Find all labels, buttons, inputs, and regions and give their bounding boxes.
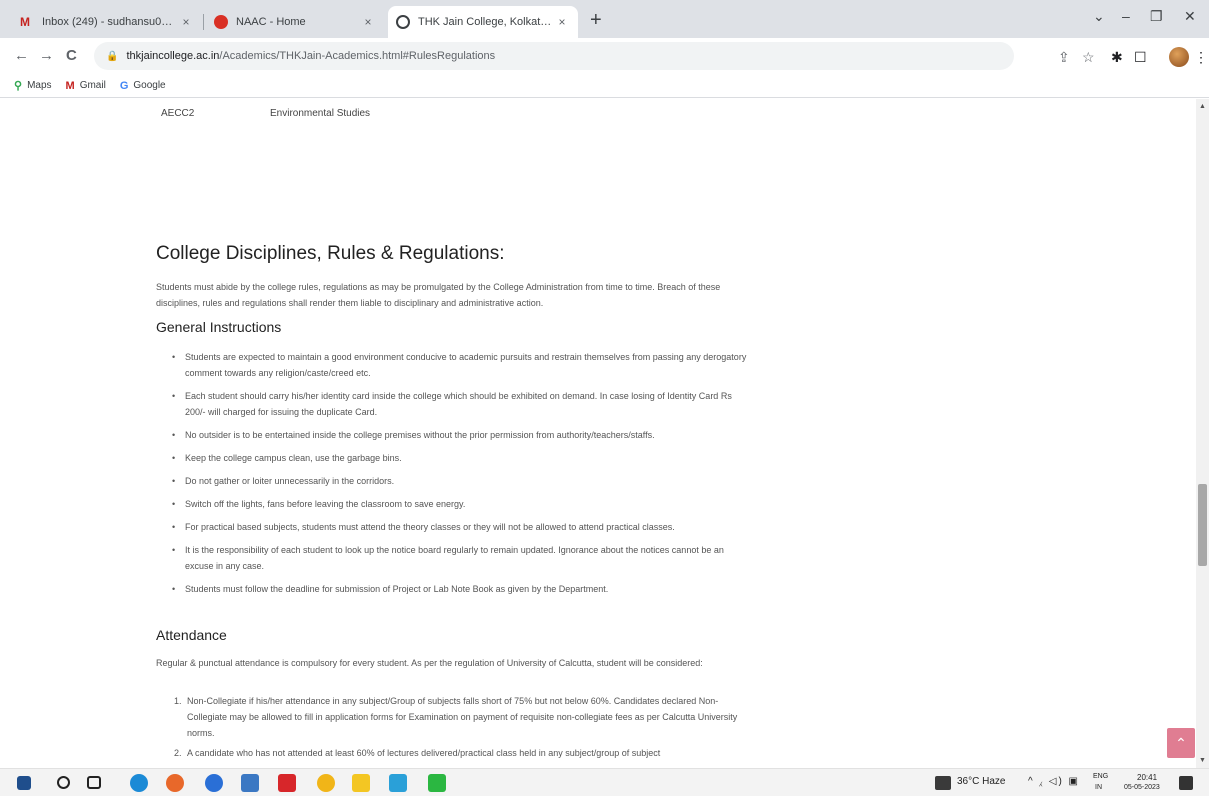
list-item: 1. Non-Collegiate if his/her attendance … xyxy=(174,693,739,741)
tab-label: Inbox (249) - sudhansu07@gm xyxy=(42,16,178,28)
attendance-heading: Attendance xyxy=(156,627,227,643)
windows-start-icon[interactable] xyxy=(17,776,31,790)
url-path: /Academics/THKJain-Academics.html#RulesR… xyxy=(219,50,496,62)
list-number: 1. xyxy=(174,696,182,706)
lock-icon[interactable]: 🔒 xyxy=(106,51,118,62)
scroll-thumb[interactable] xyxy=(1198,484,1207,566)
list-number: 2. xyxy=(174,748,182,758)
telegram-icon[interactable] xyxy=(389,774,407,792)
page-title: College Disciplines, Rules & Regulations… xyxy=(156,243,505,264)
tab-separator xyxy=(203,14,204,30)
settings-icon[interactable] xyxy=(205,774,223,792)
system-tray-icons[interactable]: ^ ⁁ ◁) ▣ xyxy=(1028,776,1080,787)
rules-list: Students are expected to maintain a good… xyxy=(172,349,752,604)
map-pin-icon: ⚲ xyxy=(14,80,23,92)
gmail-icon: M xyxy=(65,79,75,92)
clock-date[interactable]: 05-05-2023 xyxy=(1124,784,1160,791)
back-to-top-button[interactable]: ⌃ xyxy=(1167,728,1195,758)
clock-time[interactable]: 20:41 xyxy=(1137,773,1157,782)
tab-close-icon[interactable]: × xyxy=(360,15,376,29)
list-item: No outsider is to be entertained inside … xyxy=(172,427,752,443)
tab-label: THK Jain College, Kolkata Acade xyxy=(418,16,554,28)
side-panel-icon[interactable]: ☐ xyxy=(1134,49,1147,66)
tab-label: NAAC - Home xyxy=(236,16,306,28)
course-name: Environmental Studies xyxy=(270,108,371,119)
bookmarks-bar: ⚲ Maps M Gmail G Google xyxy=(0,74,1209,98)
list-item-text: Non-Collegiate if his/her attendance in … xyxy=(187,696,738,738)
language-region: IN xyxy=(1095,784,1102,791)
tab-gmail[interactable]: M Inbox (249) - sudhansu07@gm × xyxy=(12,6,202,38)
minimize-button[interactable]: – xyxy=(1122,8,1130,24)
tab-close-icon[interactable]: × xyxy=(554,15,570,29)
chrome-icon[interactable] xyxy=(317,774,335,792)
bookmark-maps[interactable]: ⚲ Maps xyxy=(14,79,52,92)
forward-button[interactable]: → xyxy=(39,47,54,65)
mail-icon[interactable] xyxy=(241,774,259,792)
back-button[interactable]: ← xyxy=(14,47,29,65)
bookmark-label: Gmail xyxy=(79,80,106,91)
tab-thk-jain-college[interactable]: THK Jain College, Kolkata Acade × xyxy=(388,6,578,38)
whatsapp-icon[interactable] xyxy=(428,774,446,792)
acrobat-icon[interactable] xyxy=(278,774,296,792)
extensions-icon[interactable]: ✱ xyxy=(1111,49,1123,66)
bookmark-gmail[interactable]: M Gmail xyxy=(66,80,106,92)
list-item: Keep the college campus clean, use the g… xyxy=(172,450,752,466)
url-host: thkjaincollege.ac.in xyxy=(126,50,220,62)
gmail-icon: M xyxy=(20,15,30,29)
page-viewport: AECC2 Environmental Studies College Disc… xyxy=(0,99,1196,768)
attendance-intro: Regular & punctual attendance is compuls… xyxy=(156,658,703,668)
weather-text[interactable]: 36°C Haze xyxy=(957,776,1005,787)
page-scrollbar[interactable]: ▲ ▼ xyxy=(1196,99,1209,768)
list-item: It is the responsibility of each student… xyxy=(172,542,752,574)
globe-icon xyxy=(396,15,410,29)
general-instructions-heading: General Instructions xyxy=(156,319,282,335)
reload-button[interactable]: C xyxy=(66,47,77,65)
news-widget-icon[interactable] xyxy=(935,776,951,790)
list-item: Students are expected to maintain a good… xyxy=(172,349,752,381)
list-item: Students must follow the deadline for su… xyxy=(172,581,752,597)
list-item: Each student should carry his/her identi… xyxy=(172,388,752,420)
notification-icon[interactable] xyxy=(1179,776,1193,790)
google-icon: G xyxy=(119,79,129,92)
task-view-icon[interactable] xyxy=(87,776,101,789)
scroll-down-arrow[interactable]: ▼ xyxy=(1199,757,1206,764)
browser-tab-bar: M Inbox (249) - sudhansu07@gm × NAAC - H… xyxy=(0,0,1209,38)
rules-intro: Students must abide by the college rules… xyxy=(156,282,721,308)
file-explorer-icon[interactable] xyxy=(352,774,370,792)
bookmark-label: Google xyxy=(133,80,166,91)
attendance-list: 1. Non-Collegiate if his/her attendance … xyxy=(174,693,739,765)
list-item: 2. A candidate who has not attended at l… xyxy=(174,745,739,761)
edge-icon[interactable] xyxy=(130,774,148,792)
list-item-text: A candidate who has not attended at leas… xyxy=(187,748,661,758)
list-item: Do not gather or loiter unnecessarily in… xyxy=(172,473,752,489)
search-icon[interactable] xyxy=(57,776,70,789)
tab-naac[interactable]: NAAC - Home × xyxy=(206,6,384,38)
bookmark-star-icon[interactable]: ☆ xyxy=(1082,49,1095,66)
course-table-row: AECC2 Environmental Studies xyxy=(161,108,370,119)
naac-icon xyxy=(214,15,228,29)
maximize-button[interactable]: ❐ xyxy=(1150,8,1163,25)
close-window-button[interactable]: ✕ xyxy=(1184,8,1196,25)
tab-close-icon[interactable]: × xyxy=(178,15,194,29)
profile-avatar[interactable] xyxy=(1169,47,1189,67)
list-item: For practical based subjects, students m… xyxy=(172,519,752,535)
windows-taskbar: 36°C Haze ^ ⁁ ◁) ▣ ENG IN 20:41 05-05-20… xyxy=(0,768,1209,796)
share-icon[interactable]: ⇪ xyxy=(1058,49,1070,66)
bookmark-google[interactable]: G Google xyxy=(120,80,166,92)
address-bar[interactable]: 🔒 thkjaincollege.ac.in /Academics/THKJai… xyxy=(94,42,1014,70)
list-item: Switch off the lights, fans before leavi… xyxy=(172,496,752,512)
menu-icon[interactable]: ⋮ xyxy=(1194,49,1208,66)
tab-search-icon[interactable]: ⌄ xyxy=(1093,8,1105,25)
bookmark-label: Maps xyxy=(27,80,52,91)
scroll-up-arrow[interactable]: ▲ xyxy=(1199,103,1206,110)
course-code: AECC2 xyxy=(161,108,195,119)
language-indicator[interactable]: ENG xyxy=(1093,773,1108,780)
new-tab-button[interactable]: + xyxy=(590,10,602,30)
firefox-icon[interactable] xyxy=(166,774,184,792)
